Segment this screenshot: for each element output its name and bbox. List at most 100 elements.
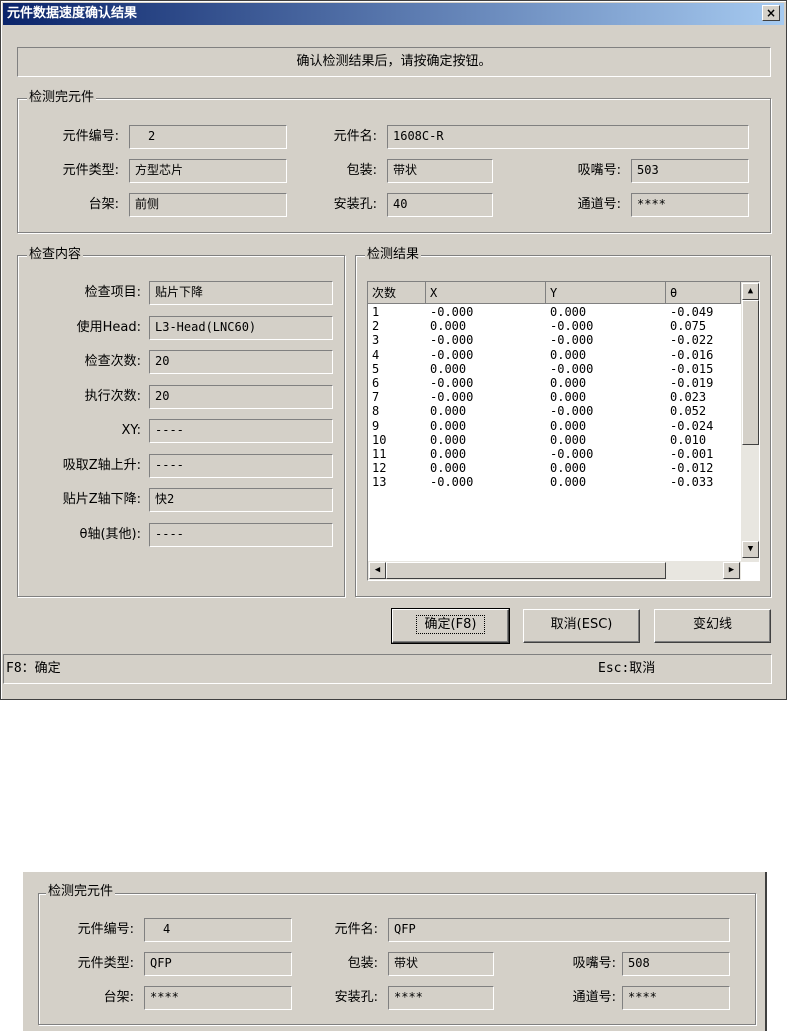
table-cell: 0.000 [550,418,587,433]
scroll-left-icon[interactable]: ◀ [369,562,386,579]
hole-field: 40 [387,193,493,217]
table-cell: 0.000 [430,319,467,334]
part-no-field: 2 [129,125,287,149]
second-part-type-field: QFP [144,952,292,976]
table-cell: -0.019 [670,376,714,390]
scroll-right-icon[interactable]: ▶ [723,562,740,579]
table-cell: 0.000 [550,390,587,405]
table-cell: -0.024 [670,418,714,433]
table-row[interactable]: 8 0.000 -0.000 0.052 [368,405,740,418]
vertical-scroll-thumb[interactable] [742,300,759,445]
table-row[interactable]: 10 0.000 0.000 0.010 [368,432,740,447]
check-row-value: 20 [149,384,333,409]
check-row-value: ---- [149,522,333,547]
table-cell: -0.012 [670,461,714,476]
part-name-label: 元件名: [333,129,377,144]
cancel-button-label: 取消(ESC) [550,617,613,632]
table-cell: 9 [372,418,380,433]
ok-button[interactable]: 确定(F8) [391,608,510,644]
package-label: 包装: [346,163,377,178]
phantom-line-button[interactable]: 变幻线 [654,609,771,643]
second-part-no-field: 4 [144,918,292,942]
scroll-up-icon[interactable]: ▲ [742,283,759,300]
table-cell: 0.010 [670,432,707,447]
table-cell: 5 [372,361,380,376]
table-column-header[interactable]: 次数 [368,282,426,304]
ok-button-label: 确定(F8) [415,615,486,634]
package-field: 带状 [387,159,493,183]
table-row[interactable]: 12 0.000 0.000 -0.012 [368,462,740,475]
table-cell: -0.049 [670,306,714,319]
second-part-no-label: 元件编号: [77,922,134,937]
table-cell: 0.075 [670,319,707,334]
table-row[interactable]: 3 -0.000 -0.000 -0.022 [368,334,740,347]
check-row-label: 检查次数: [84,354,141,369]
table-cell: 0.000 [550,432,587,447]
table-cell: -0.001 [670,447,714,461]
table-cell: 0.000 [430,361,467,376]
table-row[interactable]: 13 -0.000 0.000 -0.033 [368,476,740,489]
table-cell: -0.000 [430,347,474,362]
second-hole-label: 安装孔: [334,990,378,1005]
table-cell: 1 [372,306,380,319]
results-table[interactable]: 次数 X Yθ 1 -0.000 0.000 -0.049 2 0.000 -0.000 0.07… [367,281,760,581]
second-part-type-label: 元件类型: [77,956,134,971]
scroll-down-icon[interactable]: ▼ [742,541,759,558]
part-no-label: 元件编号: [62,129,119,144]
table-cell: -0.000 [430,306,474,319]
table-column-header[interactable]: X [426,282,546,304]
table-cell: -0.000 [430,333,474,348]
table-column-header[interactable]: θ [666,282,741,304]
check-row-label: θ轴(其他): [79,526,141,542]
table-cell: 0.052 [670,404,707,419]
table-cell: -0.000 [430,475,474,490]
second-group-legend: 检测完元件 [46,884,116,900]
channel-field: **** [631,193,749,217]
table-cell: 6 [372,376,380,390]
table-cell: 3 [372,333,380,348]
second-channel-field: **** [622,986,730,1010]
table-row[interactable]: 6 -0.000 0.000 -0.019 [368,377,740,390]
check-row-label: 使用Head: [76,319,141,335]
check-row-value: 贴片下降 [149,281,333,305]
table-row[interactable]: 2 0.000 -0.000 0.075 [368,320,740,333]
close-button[interactable]: × [762,5,780,21]
table-cell: 4 [372,347,380,362]
close-icon: × [765,6,777,20]
stage-field: 前侧 [129,193,287,217]
table-cell: 0.000 [550,347,587,362]
status-right: Esc:取消 [598,661,656,676]
table-row[interactable]: 4 -0.000 0.000 -0.016 [368,347,740,362]
table-cell: -0.000 [430,376,474,390]
title-bar: 元件数据速度确认结果 [3,3,784,25]
table-cell: -0.000 [550,361,594,376]
check-row-value: ---- [149,453,333,478]
window-title: 元件数据速度确认结果 [7,6,138,21]
status-bar: F8：确定 Esc:取消 [3,654,772,684]
second-part-name-label: 元件名: [334,922,378,937]
table-cell: -0.000 [550,333,594,348]
part-name-field: 1608C-R [387,125,749,149]
check-row-label: 执行次数: [84,388,141,404]
table-cell: 0.000 [430,404,467,419]
part-type-label: 元件类型: [62,163,119,178]
table-row[interactable]: 1 -0.000 0.000 -0.049 [368,306,740,319]
table-row[interactable]: 5 0.000 -0.000 -0.015 [368,361,740,376]
check-group-legend: 检查内容 [27,247,84,263]
horizontal-scroll-thumb[interactable] [386,562,666,579]
table-cell: 0.023 [670,390,707,405]
table-cell: 0.000 [550,461,587,476]
table-cell: -0.015 [670,361,714,376]
table-cell: 13 [372,475,387,490]
table-row[interactable]: 11 0.000 -0.000 -0.001 [368,448,740,461]
part-type-field: 方型芯片 [129,159,287,183]
table-cell: 7 [372,390,380,405]
cancel-button[interactable]: 取消(ESC) [523,609,640,643]
table-row[interactable]: 7 -0.000 0.000 0.023 [368,391,740,404]
table-row[interactable]: 9 0.000 0.000 -0.024 [368,418,740,433]
table-cell: 11 [372,447,387,461]
table-cell: -0.016 [670,347,714,362]
table-column-header[interactable]: Y [546,282,666,304]
component-group-legend: 检测完元件 [27,90,97,106]
dialog-window: 元件数据速度确认结果 × 确认检测结果后，请按确定按钮。 检测完元件 元件编号:… [0,0,787,700]
